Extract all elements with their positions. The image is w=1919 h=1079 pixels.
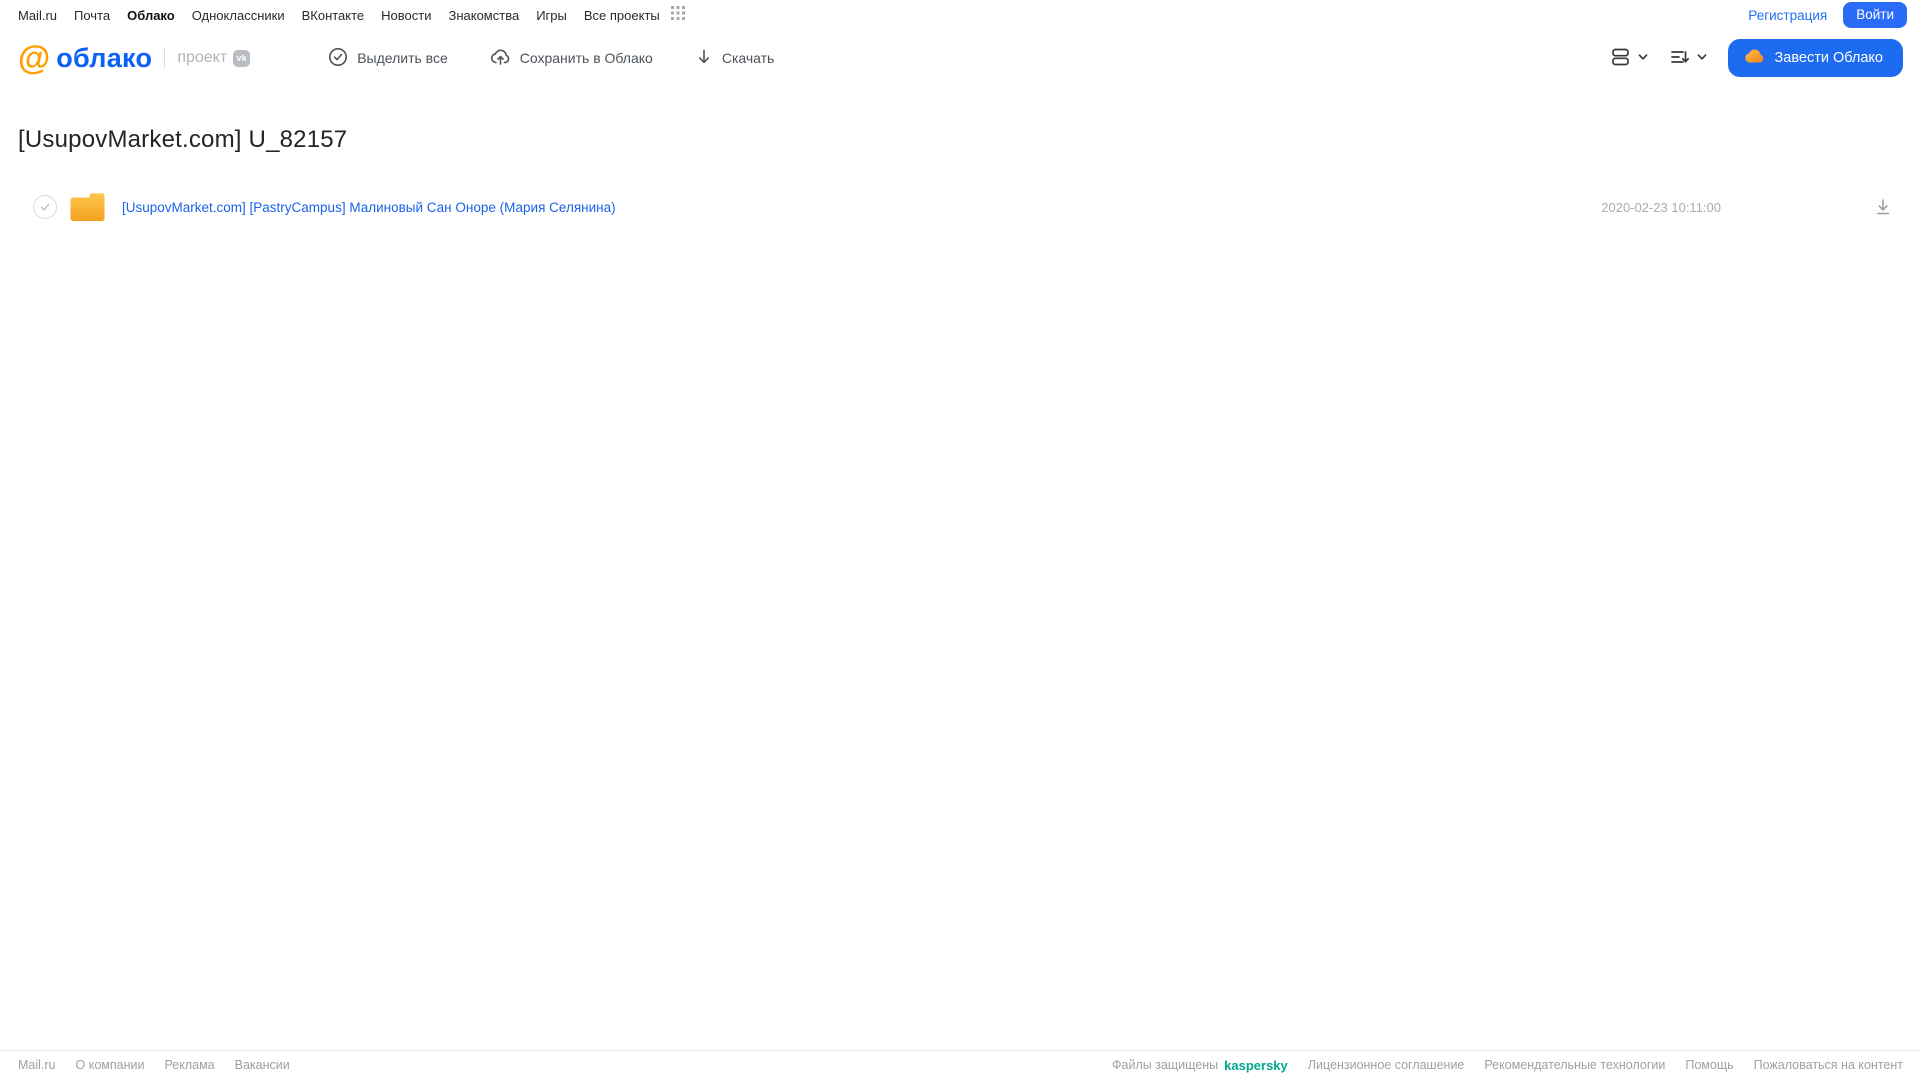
view-mode-icon bbox=[1610, 46, 1632, 71]
topbar-link[interactable]: ВКонтакте bbox=[302, 8, 365, 23]
topbar-nav: Mail.ru Почта Облако Одноклассники ВКонтакте… bbox=[18, 8, 660, 23]
footer-link[interactable]: О компании bbox=[76, 1058, 145, 1072]
view-mode-control[interactable] bbox=[1610, 46, 1649, 71]
footer-link[interactable]: Пожаловаться на контент bbox=[1754, 1058, 1903, 1072]
files-protected-label: Файлы защищены bbox=[1112, 1058, 1219, 1072]
sort-icon bbox=[1669, 46, 1691, 71]
chevron-down-icon bbox=[1637, 51, 1649, 66]
folder-icon[interactable] bbox=[69, 191, 106, 223]
header: @ облако проект vk Выделить все Сохранит… bbox=[0, 30, 1919, 86]
row-checkbox[interactable] bbox=[33, 195, 57, 219]
footer-right: Файлы защищены kaspersky Лицензионное со… bbox=[1112, 1058, 1903, 1073]
registration-link[interactable]: Регистрация bbox=[1748, 8, 1827, 23]
all-projects-grid-icon[interactable] bbox=[670, 5, 685, 25]
topbar-link[interactable]: Все проекты bbox=[584, 8, 660, 23]
topbar-link[interactable]: Mail.ru bbox=[18, 8, 57, 23]
download-arrow-icon bbox=[695, 47, 713, 70]
footer-link[interactable]: Реклама bbox=[164, 1058, 214, 1072]
project-label: проект bbox=[177, 49, 228, 66]
row-download-button[interactable] bbox=[1873, 197, 1893, 217]
kaspersky-logo[interactable]: kaspersky bbox=[1224, 1058, 1288, 1073]
topbar-link[interactable]: Почта bbox=[74, 8, 110, 23]
file-name-link[interactable]: [UsupovMarket.com] [PastryCampus] Малино… bbox=[122, 200, 616, 215]
footer-link[interactable]: Лицензионное соглашение bbox=[1308, 1058, 1465, 1072]
topbar-link[interactable]: Одноклассники bbox=[192, 8, 285, 23]
topbar-link[interactable]: Новости bbox=[381, 8, 431, 23]
topbar: Mail.ru Почта Облако Одноклассники ВКонтакте… bbox=[0, 0, 1919, 30]
select-all-label: Выделить все bbox=[357, 50, 448, 66]
file-row[interactable]: [UsupovMarket.com] [PastryCampus] Малино… bbox=[18, 184, 1919, 230]
download-button[interactable]: Скачать bbox=[695, 47, 775, 70]
get-cloud-button[interactable]: Завести Облако bbox=[1727, 39, 1903, 77]
topbar-link[interactable]: Игры bbox=[536, 8, 567, 23]
sort-control[interactable] bbox=[1669, 46, 1708, 71]
cloud-logo[interactable]: @ облако проект vk bbox=[18, 38, 251, 76]
cloud-icon bbox=[1744, 47, 1766, 69]
footer-link[interactable]: Вакансии bbox=[235, 1058, 290, 1072]
footer: Mail.ru О компании Реклама Вакансии Файлы з… bbox=[0, 1050, 1919, 1079]
login-button[interactable]: Войти bbox=[1843, 2, 1907, 28]
logo-divider bbox=[164, 48, 166, 68]
save-to-cloud-label: Сохранить в Облако bbox=[519, 50, 653, 66]
save-to-cloud-button[interactable]: Сохранить в Облако bbox=[490, 47, 653, 70]
cloud-upload-icon bbox=[490, 47, 511, 70]
get-cloud-label: Завести Облако bbox=[1774, 50, 1883, 66]
download-label: Скачать bbox=[721, 50, 775, 66]
file-date: 2020-02-23 10:11:00 bbox=[1601, 199, 1721, 215]
logo-text: облако bbox=[56, 42, 153, 73]
mailru-at-icon: @ bbox=[18, 38, 51, 76]
footer-link[interactable]: Mail.ru bbox=[18, 1058, 56, 1072]
topbar-link[interactable]: Знакомства bbox=[448, 8, 519, 23]
vk-badge-icon: vk bbox=[233, 49, 251, 67]
footer-link[interactable]: Рекомендательные технологии bbox=[1484, 1058, 1665, 1072]
check-circle-icon bbox=[328, 47, 348, 70]
select-all-button[interactable]: Выделить все bbox=[328, 47, 448, 70]
chevron-down-icon bbox=[1696, 51, 1708, 66]
footer-left-links: Mail.ru О компании Реклама Вакансии bbox=[18, 1058, 290, 1072]
footer-right-links: Лицензионное соглашение Рекомендательные … bbox=[1308, 1058, 1903, 1072]
header-right-controls: Завести Облако bbox=[1610, 39, 1903, 77]
topbar-link[interactable]: Облако bbox=[127, 8, 175, 23]
toolbar: Выделить все Сохранить в Облако Скачать bbox=[328, 47, 774, 70]
footer-link[interactable]: Помощь bbox=[1685, 1058, 1733, 1072]
main-content: [UsupovMarket.com] U_82157 [UsupovMarket… bbox=[0, 126, 1919, 230]
page-title: [UsupovMarket.com] U_82157 bbox=[18, 126, 348, 153]
